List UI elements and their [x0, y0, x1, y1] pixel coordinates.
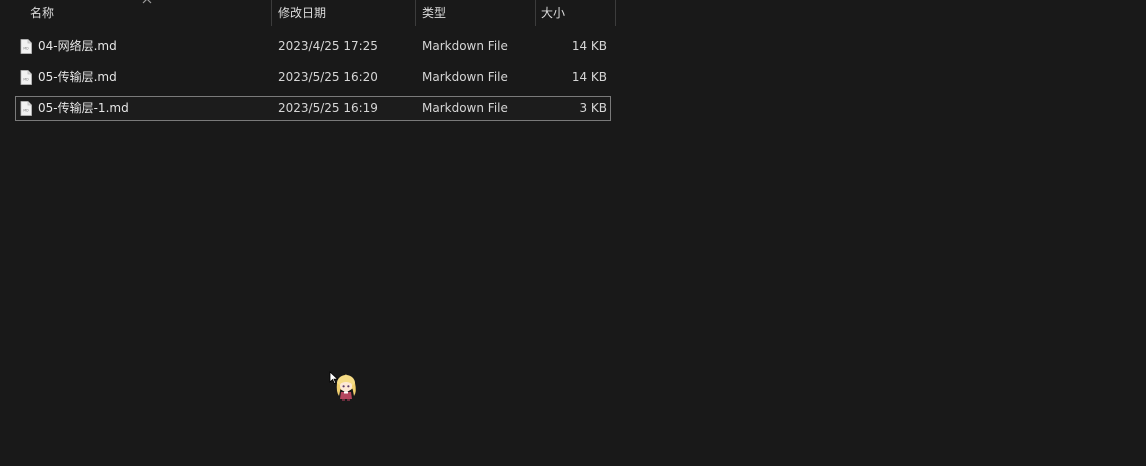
column-header-size[interactable]: 大小: [541, 0, 565, 26]
markdown-file-icon: MD: [20, 70, 32, 85]
column-separator[interactable]: [415, 0, 416, 26]
column-separator[interactable]: [535, 0, 536, 26]
file-size: 14 KB: [571, 39, 607, 53]
column-separator[interactable]: [271, 0, 272, 26]
file-type: Markdown File: [422, 101, 508, 115]
column-header-name[interactable]: 名称: [30, 0, 54, 26]
svg-text:MD: MD: [23, 109, 29, 113]
file-type: Markdown File: [422, 39, 508, 53]
markdown-file-icon: MD: [20, 101, 32, 116]
file-type: Markdown File: [422, 70, 508, 84]
chevron-up-icon: [142, 0, 152, 4]
markdown-file-icon: MD: [20, 39, 32, 54]
svg-text:MD: MD: [23, 47, 29, 51]
file-size: 3 KB: [579, 101, 607, 115]
file-modified-date: 2023/4/25 17:25: [278, 39, 378, 53]
column-header-date[interactable]: 修改日期: [278, 0, 326, 26]
file-row[interactable]: MD 05-传输层.md 2023/5/25 16:20 Markdown Fi…: [15, 65, 611, 90]
anime-mascot-icon: [336, 374, 356, 401]
file-name: 04-网络层.md: [38, 39, 117, 53]
file-size: 14 KB: [571, 70, 607, 84]
column-header-bar: 名称 修改日期 类型 大小: [0, 0, 616, 26]
file-name: 05-传输层.md: [38, 70, 117, 84]
svg-text:MD: MD: [23, 78, 29, 82]
file-row[interactable]: MD 04-网络层.md 2023/4/25 17:25 Markdown Fi…: [15, 34, 611, 59]
file-modified-date: 2023/5/25 16:20: [278, 70, 378, 84]
file-name: 05-传输层-1.md: [38, 101, 129, 115]
file-row-selected[interactable]: MD 05-传输层-1.md 2023/5/25 16:19 Markdown …: [15, 96, 611, 121]
column-separator[interactable]: [615, 0, 616, 26]
column-header-type[interactable]: 类型: [422, 0, 446, 26]
file-modified-date: 2023/5/25 16:19: [278, 101, 378, 115]
file-explorer-list-view: 名称 修改日期 类型 大小 MD 04-网络层.md 2023/4/25 17:…: [0, 0, 1146, 466]
